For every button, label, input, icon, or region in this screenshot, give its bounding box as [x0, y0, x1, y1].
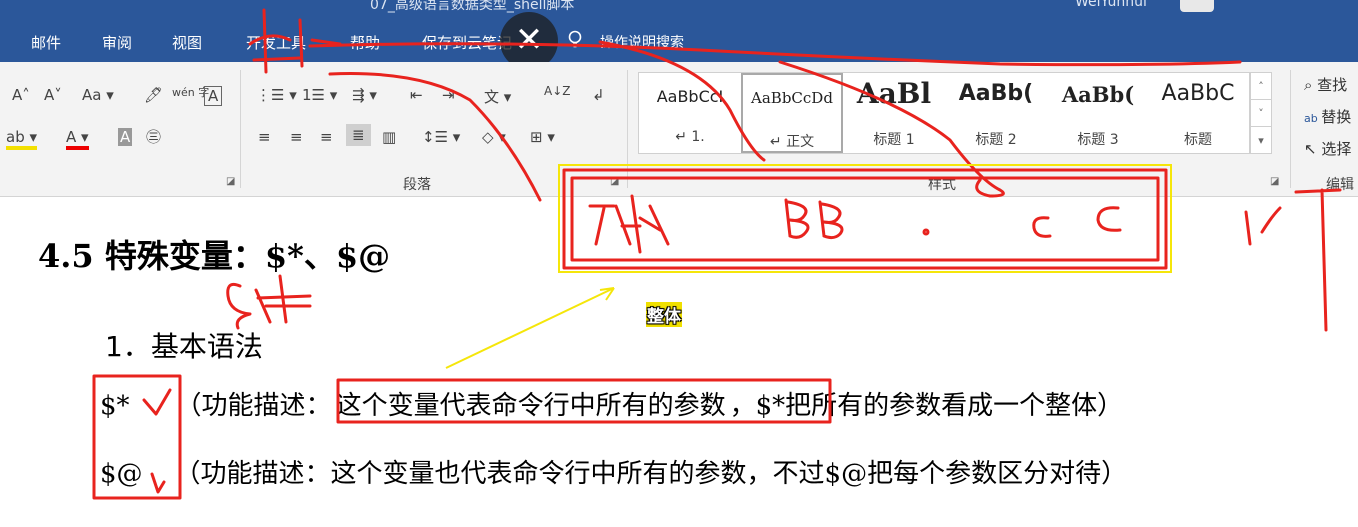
numbering-button[interactable]: 1☰ ▾ [302, 86, 337, 104]
style-item-heading-1[interactable]: AaBl 标题 1 [843, 73, 945, 153]
chinese-layout-button[interactable]: 文 ▾ [484, 86, 511, 107]
style-sample: AaBbCcDd [751, 89, 833, 107]
user-name[interactable]: WeiYunhui [1075, 0, 1147, 10]
highlight-color-button[interactable]: ab ▾ [6, 128, 38, 150]
show-marks-icon[interactable]: ↲ [592, 86, 605, 104]
character-border-icon[interactable]: A [204, 86, 223, 106]
style-item-title[interactable]: AaBbC 标题 [1147, 73, 1249, 153]
paragraph-group-label: 段落 [403, 177, 431, 193]
document-page[interactable]: 4.5 特殊变量：$*、$@ 1．基本语法 $* （功能描述： 这个变量代表命令行中… [0, 197, 1358, 527]
annotation-caption: 整体 [646, 302, 682, 327]
avatar[interactable] [1180, 0, 1214, 12]
find-button[interactable]: ⌕ 查找 [1304, 74, 1347, 95]
variable-at: $@ [100, 459, 143, 489]
font-color-button[interactable]: A ▾ [66, 128, 89, 150]
decrease-indent-icon[interactable]: ⇤ [410, 86, 423, 104]
ribbon-divider [240, 70, 241, 188]
syntax-line-at: $@ （功能描述：这个变量也代表命令行中所有的参数，不过$@把每个参数区分对待） [100, 453, 1127, 490]
document-title: 07_高级语言数据类型_shell脚本 [370, 0, 575, 13]
increase-indent-icon[interactable]: ⇥ [442, 86, 455, 104]
sort-icon[interactable]: A↓Z [544, 84, 570, 98]
editing-group-label: 编辑 [1326, 177, 1354, 193]
tell-me-search[interactable]: 操作说明搜索 [600, 32, 684, 52]
character-shading-icon[interactable]: A [118, 128, 133, 146]
find-label: 查找 [1317, 76, 1348, 94]
description-suffix: ，$*把所有的参数看成一个整体） [729, 391, 1124, 421]
cursor-icon: ↖ [1304, 140, 1322, 158]
align-center-icon[interactable]: ≡ [290, 128, 303, 146]
borders-button[interactable]: ⊞ ▾ [530, 128, 555, 146]
style-sample: AaBb( [1061, 82, 1135, 107]
multilevel-list-button[interactable]: ⇶ ▾ [352, 86, 377, 104]
style-sample: AaBb( [958, 81, 1034, 106]
align-left-icon[interactable]: ≡ [258, 128, 271, 146]
styles-group-label: 样式 [928, 177, 956, 193]
style-name: 标题 [1184, 132, 1212, 148]
style-name: 标题 1 [873, 132, 915, 148]
styles-dialog-launcher[interactable]: ◪ [1270, 176, 1279, 187]
style-item-heading-2[interactable]: AaBb( 标题 2 [945, 73, 1047, 153]
title-bar: 07_高级语言数据类型_shell脚本 WeiYunhui 邮件 审阅 视图 开… [0, 0, 1358, 62]
description-text: （功能描述：这个变量也代表命令行中所有的参数，不过$@把每个参数区分对待） [174, 459, 1128, 489]
replace-icon: ab [1304, 112, 1322, 125]
tab-review[interactable]: 审阅 [102, 32, 132, 53]
replace-label: 替换 [1321, 108, 1352, 126]
gallery-more-icon[interactable]: ▾ [1251, 127, 1271, 154]
font-dialog-launcher[interactable]: ◪ [226, 176, 235, 187]
style-sample: AaBbCcI [656, 87, 724, 106]
style-item-heading-3[interactable]: AaBb( 标题 3 [1047, 73, 1149, 153]
style-name: ↵ 正文 [769, 134, 815, 150]
distributed-icon[interactable]: ▥ [382, 128, 396, 146]
style-sample: AaBbC [1161, 81, 1235, 106]
grow-font-icon[interactable]: A˄ [12, 86, 30, 104]
style-name: 标题 2 [975, 132, 1017, 148]
tab-save-to-cloud-notes[interactable]: 保存到云笔记 [422, 32, 512, 53]
clear-formatting-icon[interactable]: 🖊 [144, 86, 163, 104]
ribbon: A˄ A˅ Aa ▾ 🖊 wén 字 A ab ▾ A ▾ A ㊂ ◪ ⋮☰ ▾… [0, 62, 1358, 197]
style-name: 标题 3 [1077, 132, 1119, 148]
styles-gallery: AaBbCcI ↵ 1. AaBbCcDd ↵ 正文 AaBl 标题 1 AaB… [638, 72, 1250, 154]
ribbon-divider [1290, 70, 1291, 188]
align-right-icon[interactable]: ≡ [320, 128, 333, 146]
change-case-button[interactable]: Aa ▾ [82, 86, 114, 104]
style-name: ↵ 1. [675, 129, 705, 145]
description-prefix: （功能描述： [175, 391, 332, 421]
select-button[interactable]: ↖ 选择 [1304, 138, 1351, 159]
paragraph-dialog-launcher[interactable]: ◪ [610, 176, 619, 187]
syntax-line-star: $* （功能描述： 这个变量代表命令行中所有的参数 ，$*把所有的参数看成一个整体） [100, 385, 1123, 422]
section-heading: 4.5 特殊变量：$*、$@ [38, 237, 391, 275]
description-boxed: 这个变量代表命令行中所有的参数 [335, 391, 726, 421]
line-spacing-button[interactable]: ↕☰ ▾ [422, 128, 460, 146]
shading-button[interactable]: ◇ ▾ [482, 128, 506, 146]
find-icon: ⌕ [1304, 76, 1318, 94]
scroll-up-icon[interactable]: ˄ [1251, 73, 1271, 100]
style-item-normal[interactable]: AaBbCcDd ↵ 正文 [741, 73, 843, 153]
bullets-button[interactable]: ⋮☰ ▾ [256, 86, 297, 104]
replace-button[interactable]: ab 替换 [1304, 106, 1351, 127]
ribbon-divider [627, 70, 628, 188]
variable-star: $* [100, 391, 130, 421]
enclose-characters-icon[interactable]: ㊂ [146, 126, 161, 147]
shrink-font-icon[interactable]: A˅ [44, 86, 62, 104]
lightbulb-search-icon[interactable] [566, 30, 584, 48]
tab-developer[interactable]: 开发工具 [246, 32, 306, 53]
styles-gallery-scroll[interactable]: ˄ ˅ ▾ [1250, 72, 1272, 154]
tab-help[interactable]: 帮助 [350, 32, 380, 53]
tab-view[interactable]: 视图 [172, 32, 202, 53]
style-item-list[interactable]: AaBbCcI ↵ 1. [639, 73, 741, 153]
style-sample: AaBl [856, 77, 932, 110]
scroll-down-icon[interactable]: ˅ [1251, 100, 1271, 127]
tab-mailings[interactable]: 邮件 [31, 32, 61, 53]
select-label: 选择 [1321, 140, 1352, 158]
justify-icon[interactable]: ≣ [346, 124, 371, 146]
subsection-heading: 1．基本语法 [105, 330, 263, 363]
